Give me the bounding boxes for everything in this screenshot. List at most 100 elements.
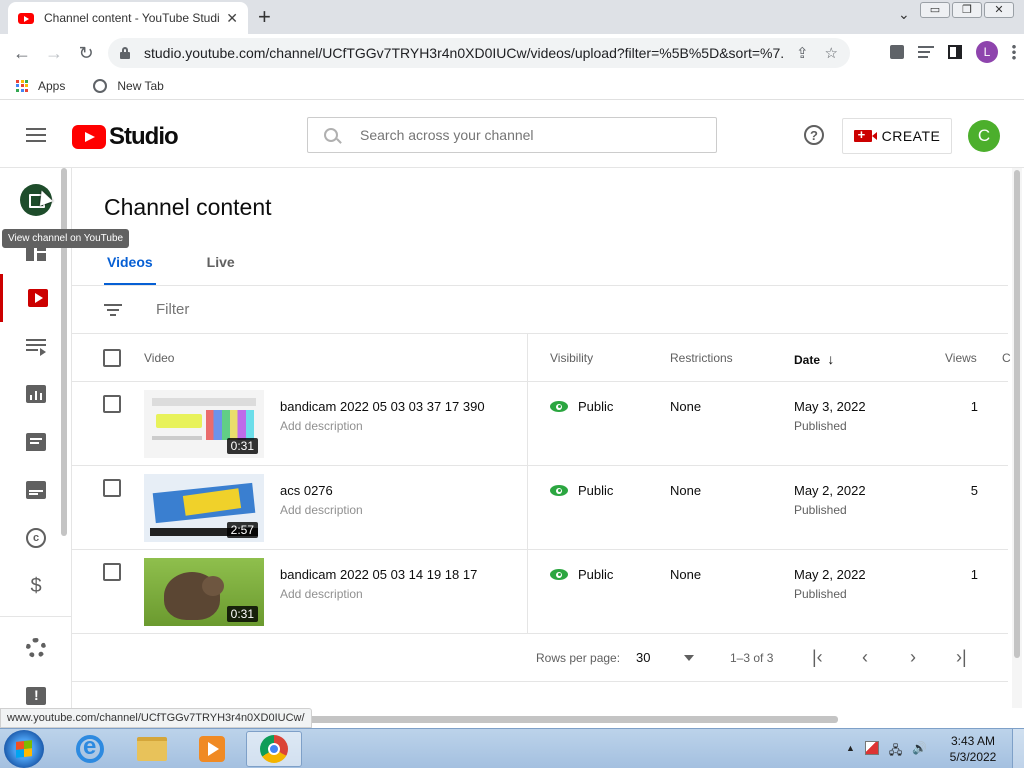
taskbar-chrome[interactable] bbox=[246, 731, 302, 767]
views-cell: 1 bbox=[970, 399, 978, 414]
visibility-cell[interactable]: Public bbox=[550, 399, 613, 414]
address-bar[interactable]: studio.youtube.com/channel/UCfTGGv7TRYH3… bbox=[108, 38, 850, 68]
visibility-cell[interactable]: Public bbox=[550, 567, 613, 582]
publish-status: Published bbox=[794, 419, 847, 433]
select-all-checkbox[interactable] bbox=[103, 349, 121, 367]
tray-expand-icon[interactable]: ▲ bbox=[846, 743, 855, 762]
video-duration: 0:31 bbox=[226, 606, 258, 622]
search-input[interactable] bbox=[360, 127, 660, 143]
bookmark-star-icon[interactable]: ☆ bbox=[825, 44, 838, 62]
video-thumbnail[interactable]: 0:31 bbox=[144, 390, 264, 458]
table-header: Video Visibility Restrictions Date ↓ Vie… bbox=[72, 334, 1011, 382]
last-page-icon[interactable]: ›| bbox=[956, 647, 967, 668]
visibility-cell[interactable]: Public bbox=[550, 483, 613, 498]
table-row[interactable]: 0:31 bandicam 2022 05 03 14 19 18 17 Add… bbox=[72, 550, 1008, 634]
help-icon[interactable]: ? bbox=[804, 125, 824, 145]
start-button[interactable] bbox=[4, 730, 44, 768]
video-thumbnail[interactable]: 2:57 bbox=[144, 474, 264, 542]
copyright-icon: c bbox=[26, 528, 46, 548]
column-comments-partial[interactable]: C bbox=[1002, 351, 1011, 365]
row-checkbox[interactable] bbox=[103, 563, 121, 581]
sidebar-item-earn[interactable]: $ bbox=[0, 562, 72, 610]
video-description: Add description bbox=[280, 587, 363, 601]
rows-per-page-label: Rows per page: bbox=[536, 651, 621, 665]
column-date[interactable]: Date ↓ bbox=[794, 351, 834, 367]
eye-icon bbox=[550, 569, 568, 580]
column-restrictions[interactable]: Restrictions bbox=[670, 351, 733, 365]
tab-live[interactable]: Live bbox=[204, 246, 238, 286]
column-date-label: Date bbox=[794, 353, 821, 367]
page-vertical-scrollbar[interactable] bbox=[1012, 168, 1022, 708]
media-queue-icon[interactable] bbox=[918, 46, 934, 58]
network-icon[interactable]: 🖧 bbox=[889, 741, 902, 762]
show-desktop-button[interactable] bbox=[1012, 729, 1024, 768]
volume-icon[interactable]: 🔊 bbox=[912, 741, 927, 762]
views-cell: 5 bbox=[970, 483, 978, 498]
table-row[interactable]: 2:57 acs 0276 Add description Public Non… bbox=[72, 466, 1008, 550]
column-video: Video bbox=[144, 351, 175, 365]
tab-title: Channel content - YouTube Studio bbox=[44, 11, 220, 25]
browser-profile-avatar[interactable]: L bbox=[976, 41, 998, 63]
back-arrow-icon[interactable]: ← bbox=[6, 43, 38, 64]
column-views[interactable]: Views bbox=[945, 351, 977, 365]
restore-button[interactable]: ❐ bbox=[952, 2, 982, 18]
taskbar-file-explorer[interactable] bbox=[124, 731, 180, 767]
previous-page-icon[interactable]: ‹ bbox=[862, 647, 868, 668]
tab-videos[interactable]: Videos bbox=[104, 246, 156, 286]
extensions-puzzle-icon[interactable] bbox=[890, 45, 904, 59]
rows-per-page-select[interactable]: 30 bbox=[636, 650, 650, 665]
new-tab-button[interactable]: + bbox=[258, 4, 271, 30]
taskbar-internet-explorer[interactable] bbox=[62, 731, 118, 767]
minimize-button[interactable]: ▭ bbox=[920, 2, 950, 18]
table-row[interactable]: 0:31 bandicam 2022 05 03 03 37 17 390 Ad… bbox=[72, 382, 1008, 466]
eye-icon bbox=[550, 401, 568, 412]
first-page-icon[interactable]: |‹ bbox=[812, 647, 823, 668]
flag-warning-icon[interactable] bbox=[864, 741, 879, 755]
publish-status: Published bbox=[794, 503, 847, 517]
browser-menu-icon[interactable] bbox=[1012, 44, 1016, 60]
row-checkbox[interactable] bbox=[103, 395, 121, 413]
row-checkbox[interactable] bbox=[103, 479, 121, 497]
visibility-label: Public bbox=[578, 399, 614, 414]
studio-logo[interactable]: Studio bbox=[72, 123, 179, 151]
vertical-scroll-thumb[interactable] bbox=[1014, 170, 1020, 658]
sidebar-item-settings[interactable] bbox=[0, 624, 72, 672]
bookmark-new-tab[interactable]: New Tab bbox=[117, 79, 163, 93]
account-avatar[interactable]: C bbox=[968, 120, 1000, 152]
share-icon[interactable]: ⇪ bbox=[796, 44, 809, 62]
comments-icon bbox=[26, 433, 46, 451]
column-visibility[interactable]: Visibility bbox=[550, 351, 593, 365]
video-duration: 2:57 bbox=[226, 522, 258, 538]
forward-arrow-icon[interactable]: → bbox=[38, 43, 70, 64]
youtube-favicon-icon bbox=[18, 12, 34, 24]
video-title[interactable]: acs 0276 bbox=[280, 483, 333, 498]
rail-scrollbar[interactable] bbox=[61, 168, 67, 536]
lock-icon bbox=[120, 47, 130, 59]
filter-icon[interactable] bbox=[104, 303, 122, 316]
next-page-icon[interactable]: › bbox=[910, 647, 916, 668]
playlists-icon bbox=[26, 337, 46, 356]
tab-search-icon[interactable]: ⌄ bbox=[898, 6, 910, 23]
video-thumbnail[interactable]: 0:31 bbox=[144, 558, 264, 626]
taskbar-media-player[interactable] bbox=[184, 731, 240, 767]
sort-down-arrow-icon: ↓ bbox=[827, 351, 835, 367]
clock-time: 3:43 AM bbox=[950, 734, 996, 748]
side-panel-icon[interactable] bbox=[948, 45, 962, 59]
video-title[interactable]: bandicam 2022 05 03 14 19 18 17 bbox=[280, 567, 477, 582]
video-title[interactable]: bandicam 2022 05 03 03 37 17 390 bbox=[280, 399, 485, 414]
gear-icon bbox=[26, 638, 46, 658]
studio-header: Studio ? CREATE C bbox=[0, 102, 1024, 168]
filter-input[interactable] bbox=[156, 301, 456, 318]
bookmark-apps[interactable]: Apps bbox=[38, 79, 65, 93]
hamburger-menu-icon[interactable] bbox=[26, 128, 46, 142]
channel-search[interactable] bbox=[307, 117, 717, 153]
close-window-button[interactable]: ✕ bbox=[984, 2, 1014, 18]
chevron-down-icon[interactable] bbox=[684, 655, 694, 661]
browser-tab[interactable]: Channel content - YouTube Studio ✕ bbox=[8, 2, 248, 34]
system-clock[interactable]: 3:43 AM 5/3/2022 bbox=[944, 733, 1002, 765]
views-cell: 1 bbox=[970, 567, 978, 582]
tab-close-icon[interactable]: ✕ bbox=[226, 10, 238, 27]
create-button[interactable]: CREATE bbox=[842, 118, 952, 154]
reload-icon[interactable]: ↻ bbox=[70, 43, 102, 64]
bookmarks-bar: Apps New Tab bbox=[0, 72, 1024, 100]
